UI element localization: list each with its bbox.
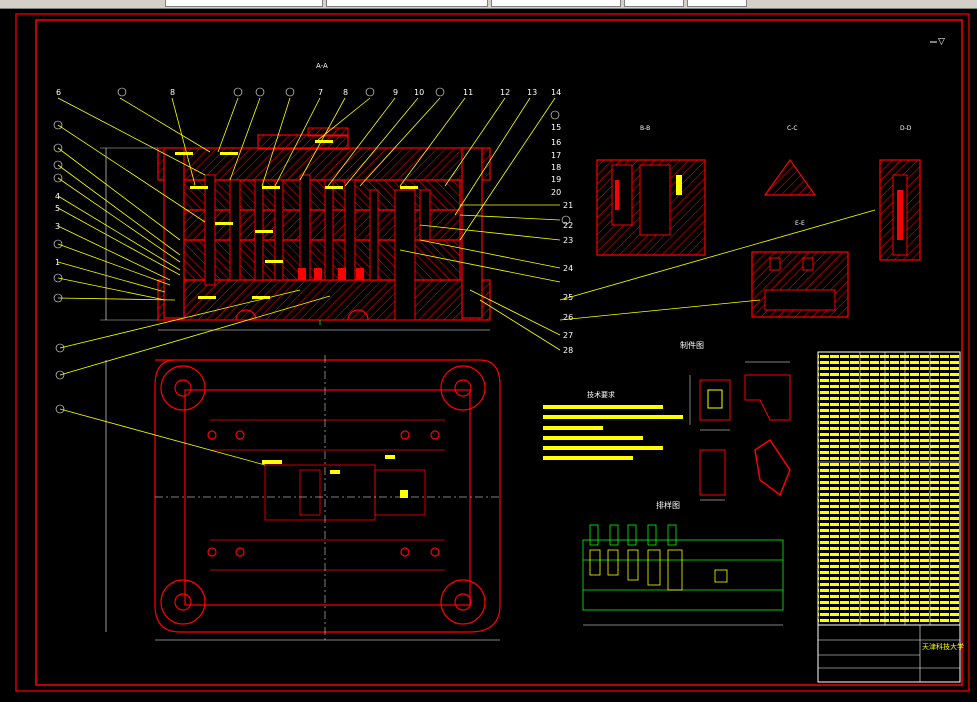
part-dimensions (689, 361, 790, 501)
section-label-b: B-B (640, 125, 650, 132)
strip-layout (582, 524, 784, 611)
svg-text:8: 8 (343, 88, 348, 97)
svg-text:9: 9 (393, 88, 398, 97)
svg-text:13: 13 (527, 88, 537, 97)
shield-icon[interactable] (140, 0, 148, 8)
tech-requirements-title: 技术要求 (587, 390, 615, 399)
section-c-view (763, 158, 817, 196)
drawing-canvas[interactable]: ▽ A-A 6 8 7 8 9 10 11 12 13 14 4 5 3 1 1… (0, 9, 977, 698)
section-label-c: C-C (787, 125, 798, 132)
svg-text:28: 28 (563, 346, 573, 355)
section-e-view (751, 251, 849, 318)
strip-parts (589, 549, 728, 591)
svg-text:15: 15 (551, 123, 561, 132)
linetype-combo[interactable] (491, 0, 621, 7)
svg-text:1: 1 (55, 258, 60, 267)
svg-text:24: 24 (563, 264, 573, 273)
callouts-left: 4 5 3 1 (53, 120, 65, 414)
svg-text:10: 10 (414, 88, 424, 97)
roughness-symbol: ▽ (938, 37, 945, 47)
svg-text:21: 21 (563, 201, 573, 210)
section-d-view (879, 159, 921, 261)
svg-text:6: 6 (56, 88, 61, 97)
university-name: 天津科技大学 (922, 642, 964, 651)
svg-text:22: 22 (563, 221, 573, 230)
section-label-d: D-D (900, 125, 912, 132)
svg-text:14: 14 (551, 88, 561, 97)
part-drawing (699, 374, 791, 497)
svg-text:17: 17 (551, 151, 561, 160)
plan-features (262, 455, 408, 498)
plan-view (154, 359, 501, 633)
plotstyle-combo[interactable] (687, 0, 747, 7)
lineweight-combo[interactable] (624, 0, 684, 7)
svg-text:12: 12 (500, 88, 510, 97)
section-label-main: A-A (316, 62, 328, 70)
bom-table (817, 351, 961, 683)
svg-text:27: 27 (563, 331, 573, 340)
callouts-right: 15 16 17 18 19 20 21 22 23 24 25 26 27 2… (550, 110, 573, 355)
svg-text:5: 5 (55, 204, 60, 213)
layer-combo[interactable] (165, 0, 323, 7)
color-combo[interactable] (326, 0, 488, 7)
svg-text:8: 8 (170, 88, 175, 97)
svg-text:18: 18 (551, 163, 561, 172)
cad-drawing: ▽ A-A 6 8 7 8 9 10 11 12 13 14 4 5 3 1 1… (15, 13, 970, 692)
svg-text:4: 4 (55, 192, 60, 201)
svg-text:3: 3 (55, 222, 60, 231)
layout-drawing-title: 排样图 (656, 500, 680, 510)
callouts-top: 6 8 7 8 9 10 11 12 13 14 (56, 87, 561, 97)
svg-text:7: 7 (318, 88, 323, 97)
plan-centerlines (155, 355, 500, 640)
section-label-e: E-E (795, 220, 805, 227)
lightbulb-icon[interactable] (112, 0, 120, 8)
svg-text:11: 11 (463, 88, 473, 97)
section-b-view (596, 159, 706, 256)
svg-text:16: 16 (551, 138, 561, 147)
cad-toolbar (0, 0, 977, 9)
svg-text:23: 23 (563, 236, 573, 245)
tech-requirements-text (543, 405, 683, 460)
svg-text:26: 26 (563, 313, 573, 322)
part-drawing-title: 制件图 (680, 340, 704, 350)
svg-text:19: 19 (551, 175, 561, 184)
svg-text:20: 20 (551, 188, 561, 197)
